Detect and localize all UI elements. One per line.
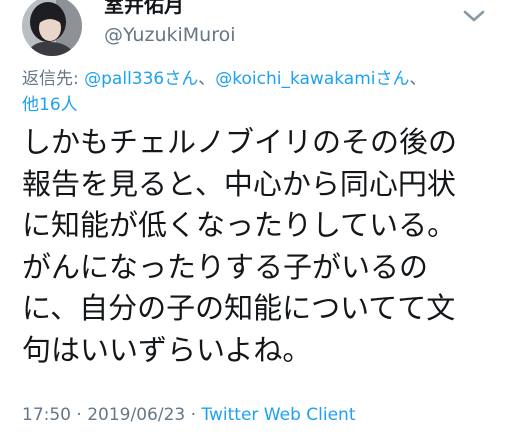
client-link[interactable]: Twitter Web Client — [201, 405, 355, 425]
meta-separator: · — [185, 405, 202, 425]
tweet-detail: 室井佑月 @YuzukiMuroi 返信先: @pall336さん、@koich… — [0, 0, 505, 439]
reply-separator: 、 — [409, 69, 427, 89]
mention-link[interactable]: @koichi_kawakamiさん — [215, 69, 409, 89]
reply-separator: 、 — [198, 69, 216, 89]
reply-to-line: 返信先: @pall336さん、@koichi_kawakamiさん、 他16人 — [22, 66, 492, 118]
display-name[interactable]: 室井佑月 — [104, 0, 184, 18]
user-handle[interactable]: @YuzukiMuroi — [104, 24, 236, 46]
mention-link[interactable]: @pall336さん — [84, 69, 198, 89]
tweet-text: しかもチェルノブイリのその後の 報告を見ると、中心から同心円状 に知能が低くなっ… — [22, 125, 458, 367]
reply-to-prefix: 返信先: — [22, 69, 85, 89]
meta-separator: · — [71, 405, 88, 425]
tweet-date[interactable]: 2019/06/23 — [87, 405, 185, 425]
tweet-meta: 17:50 · 2019/06/23 · Twitter Web Client — [22, 405, 355, 425]
chevron-down-icon[interactable] — [462, 8, 486, 24]
others-link[interactable]: 他16人 — [22, 95, 78, 115]
tweet-time[interactable]: 17:50 — [22, 405, 71, 425]
avatar[interactable] — [22, 0, 82, 56]
